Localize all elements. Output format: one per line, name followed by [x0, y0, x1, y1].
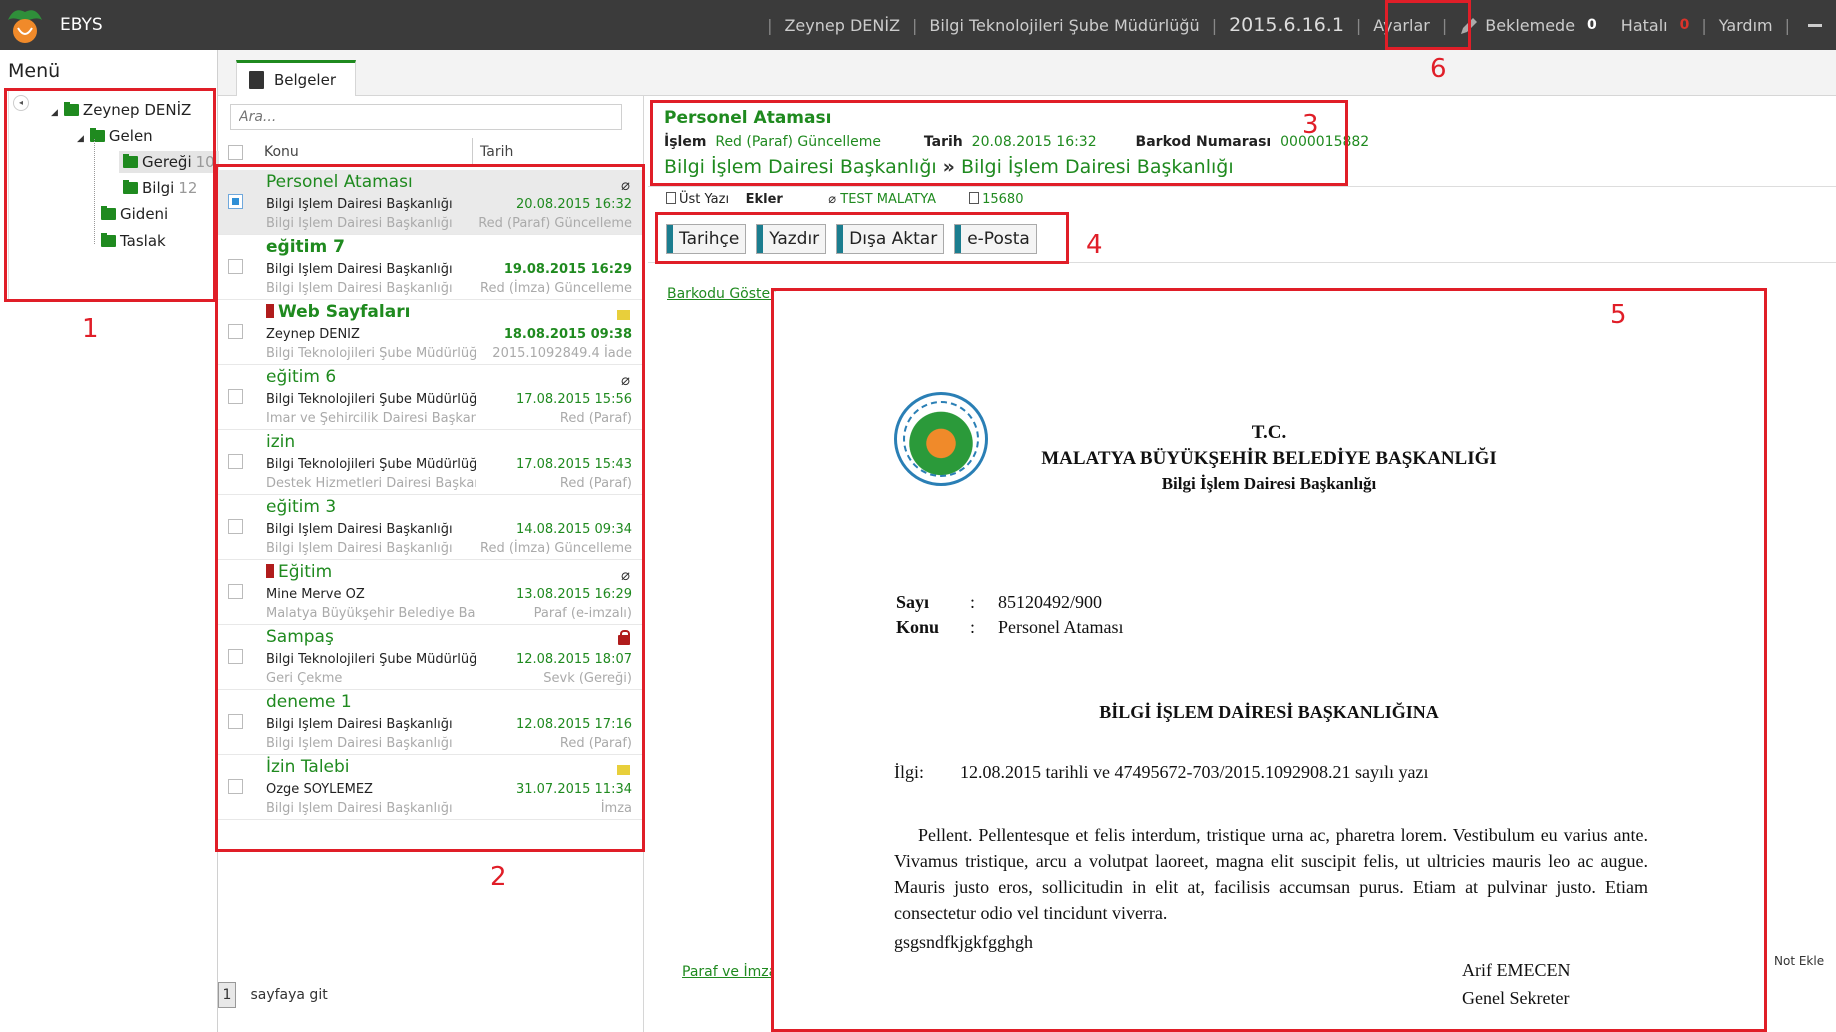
- cover-letter-link[interactable]: Üst Yazı: [666, 192, 729, 207]
- error-label[interactable]: Hatalı: [1621, 16, 1668, 35]
- annotation-box-2: [215, 164, 645, 852]
- annotation-number-1: 1: [82, 314, 99, 344]
- attachments-bar: Üst Yazı Ekler ⌀ TEST MALATYA 15680: [666, 192, 1023, 207]
- document-icon: [969, 192, 980, 204]
- help-link[interactable]: Yardım: [1719, 16, 1773, 35]
- user-name[interactable]: Zeynep DENİZ: [784, 16, 900, 35]
- annotation-number-6: 6: [1430, 54, 1447, 84]
- goto-page-label[interactable]: sayfaya git: [250, 987, 327, 1003]
- annotation-number-3: 3: [1302, 110, 1319, 140]
- app-logo-icon: [0, 0, 50, 50]
- page-number-input[interactable]: 1: [218, 982, 236, 1008]
- attachment-link[interactable]: ⌀ TEST MALATYA: [828, 192, 936, 207]
- annotation-number-5: 5: [1610, 300, 1627, 330]
- column-subject[interactable]: Konu: [264, 144, 299, 160]
- list-header: Konu Tarih: [218, 136, 644, 166]
- error-count: 0: [1679, 17, 1690, 33]
- annotation-box-4: [655, 212, 1069, 264]
- annotation-box-1: [4, 88, 216, 302]
- add-note-button[interactable]: Not Ekle: [1774, 954, 1824, 968]
- minimize-icon[interactable]: [1808, 23, 1822, 27]
- menu-title: Menü: [8, 60, 61, 82]
- department-name: Bilgi Teknolojileri Şube Müdürlüğü: [929, 15, 1200, 35]
- annotation-box-6: [1385, 0, 1471, 50]
- column-date[interactable]: Tarih: [480, 144, 513, 160]
- document-icon: [666, 192, 676, 204]
- show-barcode-link[interactable]: Barkodu Göster: [667, 286, 776, 302]
- annotation-number-2: 2: [490, 862, 507, 892]
- app-name: EBYS: [60, 15, 103, 35]
- select-all-checkbox[interactable]: [228, 145, 243, 160]
- tab-strip: Belgeler: [218, 50, 1836, 96]
- tab-documents[interactable]: Belgeler: [236, 60, 356, 96]
- search-input[interactable]: [230, 104, 622, 130]
- attachment-link[interactable]: 15680: [969, 192, 1023, 207]
- annotation-box-3: [650, 100, 1348, 186]
- paperclip-icon: ⌀: [828, 192, 837, 207]
- pending-count: 0: [1587, 17, 1597, 33]
- version-label: 2015.6.16.1: [1229, 14, 1344, 36]
- annotation-box-5: [771, 288, 1767, 1032]
- pending-label[interactable]: Beklemede: [1485, 16, 1575, 35]
- book-icon: [249, 70, 264, 89]
- top-bar: EBYS | Zeynep DENİZ | Bilgi Teknolojiler…: [0, 0, 1836, 50]
- pager: 1 sayfaya git: [218, 982, 328, 1008]
- annotation-number-4: 4: [1086, 230, 1103, 260]
- attachments-label: Ekler: [745, 192, 783, 207]
